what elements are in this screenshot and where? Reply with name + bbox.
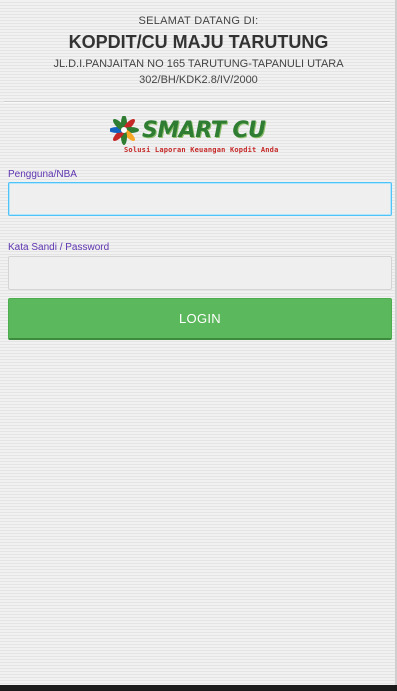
header-divider — [4, 101, 390, 102]
login-screen: SELAMAT DATANG DI: KOPDIT/CU MAJU TARUTU… — [0, 0, 397, 685]
organization-name: KOPDIT/CU MAJU TARUTUNG — [68, 32, 329, 52]
smart-cu-logo: SMART CU Solusi Laporan Keuangan Kopdit … — [110, 116, 295, 158]
login-button[interactable]: LOGIN — [8, 298, 392, 340]
welcome-text: SELAMAT DATANG DI: — [138, 15, 259, 27]
flower-logo-icon — [110, 116, 139, 145]
password-input[interactable] — [8, 256, 392, 290]
brand-name: SMART CU — [142, 118, 266, 143]
header: SELAMAT DATANG DI: KOPDIT/CU MAJU TARUTU… — [0, 14, 397, 88]
registration-number: 302/BH/KDK2.8/IV/2000 — [139, 74, 258, 86]
system-navigation-bar — [0, 685, 397, 691]
password-label: Kata Sandi / Password — [8, 242, 110, 253]
username-input[interactable] — [8, 182, 392, 216]
brand-tagline: Solusi Laporan Keuangan Kopdit Anda — [124, 146, 279, 154]
organization-address: JL.D.I.PANJAITAN NO 165 TARUTUNG-TAPANUL… — [53, 58, 344, 70]
username-label: Pengguna/NBA — [8, 169, 77, 180]
